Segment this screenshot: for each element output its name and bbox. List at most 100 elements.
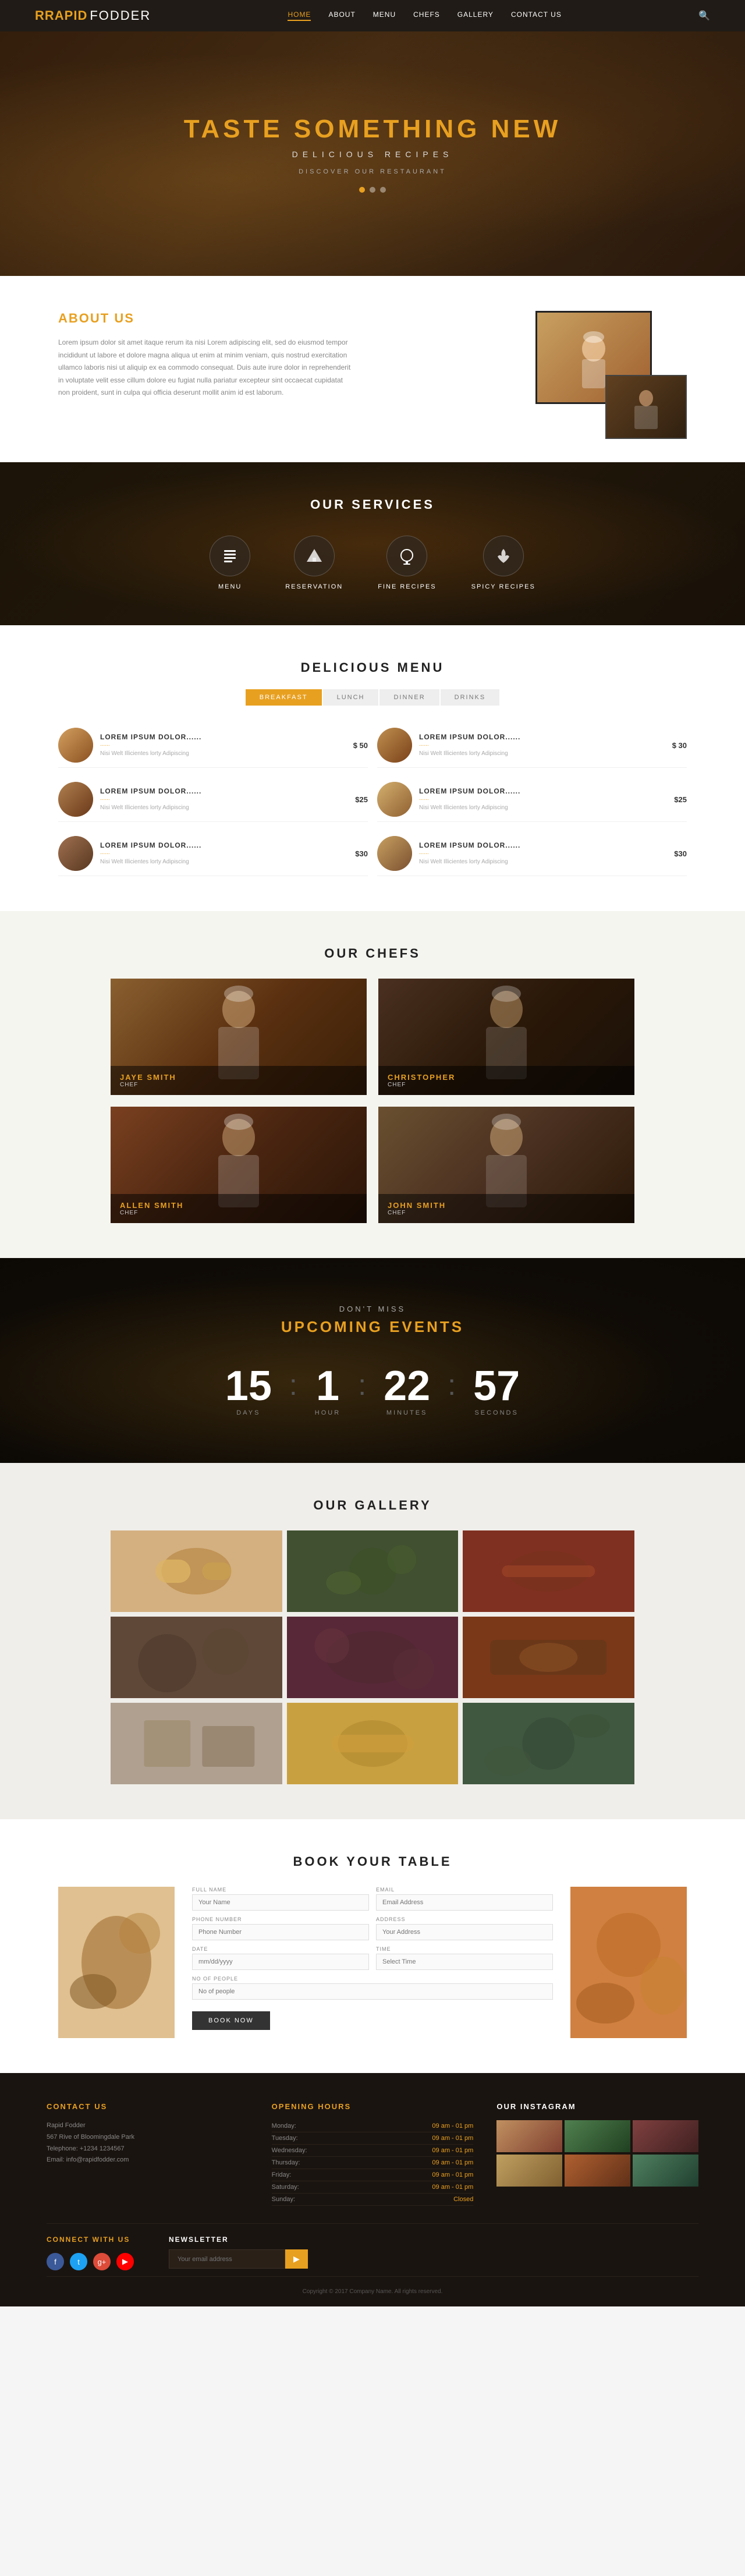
- chef-card-1[interactable]: JAYE SMITH CHEF: [111, 979, 367, 1095]
- nav-link-contact[interactable]: CONTACT US: [511, 10, 562, 21]
- chefs-title: OUR CHEFS: [47, 946, 698, 961]
- tab-dinner[interactable]: DINNER: [379, 689, 439, 706]
- footer-contact-title-plain: CONTACT: [47, 2102, 94, 2111]
- gallery-item-7[interactable]: [111, 1703, 282, 1784]
- form-input-time[interactable]: [376, 1954, 553, 1970]
- insta-item-5[interactable]: [565, 2155, 630, 2187]
- nav-link-home[interactable]: HOME: [288, 10, 311, 21]
- tab-breakfast[interactable]: BREAKFAST: [246, 689, 322, 706]
- menu-item-4: LOREM IPSUM DOLOR...... ...... Nisi Welt…: [377, 777, 687, 822]
- book-layout: FULL NAME EMAIL PHONE NUMBER ADDRESS: [58, 1887, 687, 2038]
- book-now-button[interactable]: BOOK NOW: [192, 2011, 270, 2030]
- form-input-address[interactable]: [376, 1924, 553, 1940]
- chef-card-3[interactable]: ALLEN SMITH CHEF: [111, 1107, 367, 1223]
- gallery-item-3[interactable]: [463, 1530, 634, 1612]
- tab-lunch[interactable]: LUNCH: [323, 689, 379, 706]
- gallery-item-4[interactable]: [111, 1617, 282, 1698]
- countdown-days-label: DAYS: [225, 1409, 272, 1416]
- newsletter-input[interactable]: [169, 2249, 285, 2269]
- insta-item-6[interactable]: [633, 2155, 698, 2187]
- chef-role-4: CHEF: [388, 1210, 625, 1216]
- form-label-time: TIME: [376, 1946, 553, 1952]
- form-label-date: DATE: [192, 1946, 369, 1952]
- logo[interactable]: RRAPID FODDER: [35, 8, 151, 23]
- chef-card-4[interactable]: JOHN SMITH CHEF: [378, 1107, 634, 1223]
- form-label-address: ADDRESS: [376, 1916, 553, 1922]
- form-field-name: FULL NAME: [192, 1887, 369, 1911]
- social-youtube[interactable]: ▶: [116, 2253, 134, 2270]
- form-field-date: DATE: [192, 1946, 369, 1970]
- hours-day-7: Sunday:: [272, 2196, 295, 2203]
- countdown-hours-num: 1: [315, 1365, 340, 1407]
- form-input-name[interactable]: [192, 1894, 369, 1911]
- hero-dot-3[interactable]: [380, 187, 386, 193]
- hours-time-1: 09 am - 01 pm: [432, 2123, 473, 2129]
- gallery-item-5[interactable]: [287, 1617, 459, 1698]
- social-googleplus[interactable]: g+: [93, 2253, 111, 2270]
- connect-title-plain: CONNECT WITH: [47, 2235, 118, 2244]
- tab-drinks[interactable]: DRINKS: [441, 689, 500, 706]
- book-image-right: [570, 1887, 687, 2038]
- gallery-item-9[interactable]: [463, 1703, 634, 1784]
- social-facebook[interactable]: f: [47, 2253, 64, 2270]
- hero-title: TASTE SOMETHING NEW: [184, 115, 562, 144]
- gallery-item-2[interactable]: [287, 1530, 459, 1612]
- social-twitter[interactable]: t: [70, 2253, 87, 2270]
- menu-item-1: LOREM IPSUM DOLOR...... ...... Nisi Welt…: [58, 723, 368, 768]
- form-label-name: FULL NAME: [192, 1887, 369, 1893]
- newsletter-submit-button[interactable]: ▶: [285, 2249, 308, 2269]
- menu-item-img-2: [377, 728, 412, 763]
- gallery-item-6[interactable]: [463, 1617, 634, 1698]
- chef-role-3: CHEF: [120, 1210, 357, 1216]
- spicy-recipes-icon: [483, 536, 524, 576]
- footer-copyright: Copyright © 2017 Company Name. All right…: [47, 2276, 698, 2295]
- nav-link-about[interactable]: ABOUT: [328, 10, 355, 21]
- form-input-phone[interactable]: [192, 1924, 369, 1940]
- countdown-days-num: 15: [225, 1365, 272, 1407]
- connect-title: CONNECT WITH US: [47, 2235, 134, 2244]
- footer-address2: 567 Rive of Bloomingdale Park: [47, 2132, 249, 2143]
- menu-item-price-5: $30: [355, 849, 368, 858]
- form-input-email[interactable]: [376, 1894, 553, 1911]
- hours-wednesday: Wednesday: 09 am - 01 pm: [272, 2145, 474, 2157]
- gallery-item-1[interactable]: [111, 1530, 282, 1612]
- hero-content: TASTE SOMETHING NEW DELICIOUS RECIPES DI…: [184, 115, 562, 193]
- form-input-date[interactable]: [192, 1954, 369, 1970]
- footer-hours-title-plain: OPENING: [272, 2102, 318, 2111]
- services-content: OUR SERVICES MENU RESERVATION FINE RECIP…: [58, 497, 687, 590]
- form-label-phone: PHONE NUMBER: [192, 1916, 369, 1922]
- events-content: DON'T MISS UPCOMING EVENTS 15 DAYS : 1 H…: [58, 1305, 687, 1416]
- form-input-people[interactable]: [192, 1983, 553, 2000]
- insta-item-2[interactable]: [565, 2120, 630, 2152]
- countdown-sep-3: :: [448, 1368, 456, 1402]
- nav-link-gallery[interactable]: GALLERY: [457, 10, 494, 21]
- hero-dot-1[interactable]: [359, 187, 365, 193]
- sub-chef-placeholder: [606, 376, 686, 438]
- footer-hours-title-highlight: HOURS: [318, 2102, 351, 2111]
- services-section: OUR SERVICES MENU RESERVATION FINE RECIP…: [0, 462, 745, 625]
- book-form: FULL NAME EMAIL PHONE NUMBER ADDRESS: [186, 1887, 559, 2030]
- menu-item-desc-2: Nisi Welt Illicientes lorty Adipiscing: [419, 750, 665, 758]
- menu-item-img-6: [377, 836, 412, 871]
- chef-card-2[interactable]: CHRISTOPHER CHEF: [378, 979, 634, 1095]
- search-icon[interactable]: 🔍: [698, 10, 710, 22]
- insta-grid: [496, 2120, 698, 2187]
- menu-item-desc-6: Nisi Welt Illicientes lorty Adipiscing: [419, 858, 667, 866]
- gallery-img-2: [287, 1530, 459, 1612]
- gallery-img-4: [111, 1617, 282, 1698]
- insta-item-3[interactable]: [633, 2120, 698, 2152]
- insta-item-4[interactable]: [496, 2155, 562, 2187]
- menu-item-5: LOREM IPSUM DOLOR...... ...... Nisi Welt…: [58, 831, 368, 876]
- countdown: 15 DAYS : 1 HOUR : 22 MINUTES : 57 SECON…: [58, 1365, 687, 1416]
- footer-contact-title: CONTACT US: [47, 2102, 249, 2111]
- form-field-email: EMAIL: [376, 1887, 553, 1911]
- nav-link-chefs[interactable]: CHEFS: [413, 10, 440, 21]
- chef-name-1: JAYE SMITH: [120, 1073, 357, 1082]
- hero-dot-2[interactable]: [370, 187, 375, 193]
- insta-item-1[interactable]: [496, 2120, 562, 2152]
- gallery-item-8[interactable]: [287, 1703, 459, 1784]
- about-title-plain: ABOUT: [58, 311, 114, 325]
- menu-item-img-4: [377, 782, 412, 817]
- nav-link-menu[interactable]: MENU: [373, 10, 396, 21]
- logo-rapid-text: RAPID: [45, 8, 87, 23]
